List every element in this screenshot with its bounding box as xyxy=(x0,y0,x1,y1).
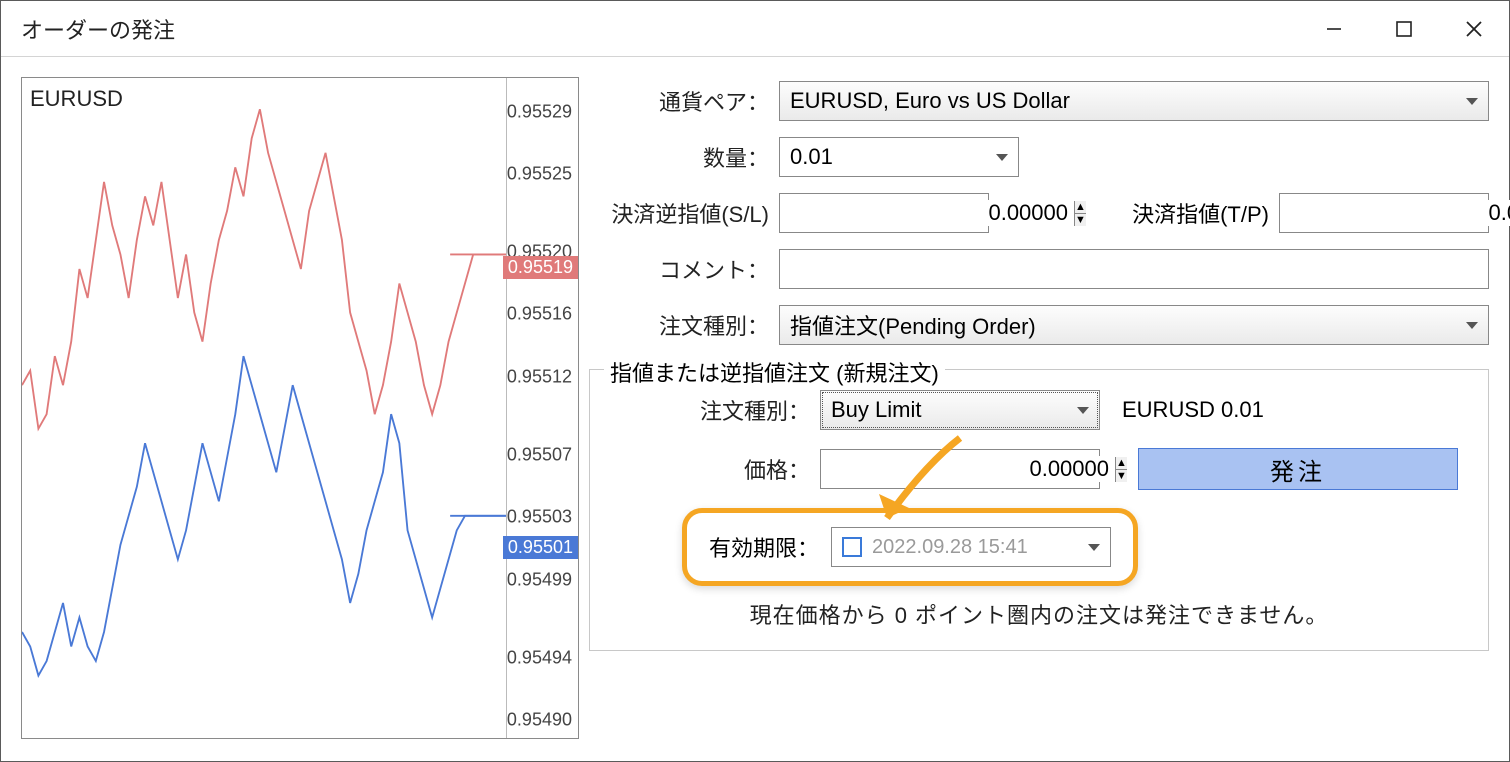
volume-select[interactable]: 0.01 xyxy=(779,137,1019,177)
expiry-checkbox[interactable] xyxy=(842,537,862,557)
price-distance-note: 現在価格から 0 ポイント圏内の注文は発注できません。 xyxy=(620,598,1458,630)
y-tick: 0.95490 xyxy=(507,710,572,731)
tick-chart: EURUSD 0.955290.955250.955200.955160.955… xyxy=(21,77,579,739)
y-tick: 0.95529 xyxy=(507,101,572,122)
order-window: オーダーの発注 EURUSD 0.955290.955250.955200.95… xyxy=(0,0,1510,762)
fieldset-legend: 指値または逆指値注文 (新規注文) xyxy=(604,356,945,388)
y-tick: 0.95512 xyxy=(507,366,572,387)
tp-field[interactable] xyxy=(1280,200,1510,226)
window-controls xyxy=(1299,1,1509,56)
price-spinner[interactable]: ▲▼ xyxy=(1115,457,1127,482)
y-tick: 0.95494 xyxy=(507,647,572,668)
y-tick: 0.95507 xyxy=(507,444,572,465)
volume-value: 0.01 xyxy=(790,144,833,170)
close-button[interactable] xyxy=(1439,1,1509,56)
ask-price-tag: 0.95519 xyxy=(503,256,578,279)
label-ordertype: 注文種別： xyxy=(589,309,769,341)
label-comment: コメント： xyxy=(589,253,769,285)
y-tick: 0.95525 xyxy=(507,164,572,185)
label-tp: 決済指値(T/P) xyxy=(1132,197,1269,229)
y-tick: 0.95516 xyxy=(507,304,572,325)
chevron-down-icon xyxy=(996,154,1008,161)
symbol-select[interactable]: EURUSD, Euro vs US Dollar xyxy=(779,81,1489,121)
chart-lines xyxy=(22,78,506,692)
expiry-datetime[interactable]: 2022.09.28 15:41 xyxy=(831,527,1111,567)
sl-spinner[interactable]: ▲▼ xyxy=(1074,201,1086,226)
arrow-up-icon[interactable]: ▲ xyxy=(1116,457,1127,470)
label-expiry: 有効期限： xyxy=(709,531,819,563)
bid-price-tag: 0.95501 xyxy=(503,536,578,559)
arrow-up-icon[interactable]: ▲ xyxy=(1075,201,1086,214)
pending-type-select[interactable]: Buy Limit xyxy=(820,390,1100,430)
order-form: 通貨ペア： EURUSD, Euro vs US Dollar 数量： 0.01… xyxy=(589,77,1489,751)
arrow-down-icon[interactable]: ▼ xyxy=(1116,470,1127,482)
ordertype-value: 指値注文(Pending Order) xyxy=(790,309,1036,341)
chevron-down-icon xyxy=(1077,407,1089,414)
expiry-highlight: 有効期限： 2022.09.28 15:41 xyxy=(682,508,1138,586)
tp-input[interactable]: ▲▼ xyxy=(1279,193,1489,233)
sl-input[interactable]: ▲▼ xyxy=(779,193,989,233)
minimize-button[interactable] xyxy=(1299,1,1369,56)
label-sl: 決済逆指値(S/L) xyxy=(589,197,769,229)
arrow-down-icon[interactable]: ▼ xyxy=(1075,214,1086,226)
label-volume: 数量： xyxy=(589,141,769,173)
y-tick: 0.95503 xyxy=(507,507,572,528)
pending-type-value: Buy Limit xyxy=(831,397,921,423)
chevron-down-icon xyxy=(1088,544,1100,551)
symbol-select-value: EURUSD, Euro vs US Dollar xyxy=(790,88,1070,114)
chart-y-axis: 0.955290.955250.955200.955160.955120.955… xyxy=(506,78,578,738)
place-order-button[interactable]: 発注 xyxy=(1138,448,1458,490)
chart-canvas: EURUSD xyxy=(22,78,506,738)
content: EURUSD 0.955290.955250.955200.955160.955… xyxy=(1,57,1509,761)
label-pending-type: 注文種別： xyxy=(620,394,810,426)
comment-input[interactable] xyxy=(779,249,1489,289)
pending-info: EURUSD 0.01 xyxy=(1122,397,1264,423)
price-field[interactable] xyxy=(821,456,1115,482)
sl-field[interactable] xyxy=(780,200,1074,226)
pending-fieldset: 指値または逆指値注文 (新規注文) 注文種別： Buy Limit EURUSD… xyxy=(589,369,1489,651)
chevron-down-icon xyxy=(1466,322,1478,329)
ordertype-select[interactable]: 指値注文(Pending Order) xyxy=(779,305,1489,345)
price-input[interactable]: ▲▼ xyxy=(820,449,1100,489)
window-title: オーダーの発注 xyxy=(21,13,1299,45)
maximize-button[interactable] xyxy=(1369,1,1439,56)
chevron-down-icon xyxy=(1466,98,1478,105)
y-tick: 0.95499 xyxy=(507,569,572,590)
titlebar: オーダーの発注 xyxy=(1,1,1509,57)
expiry-value: 2022.09.28 15:41 xyxy=(872,536,1078,559)
label-symbol: 通貨ペア： xyxy=(589,85,769,117)
label-price: 価格： xyxy=(620,453,810,485)
